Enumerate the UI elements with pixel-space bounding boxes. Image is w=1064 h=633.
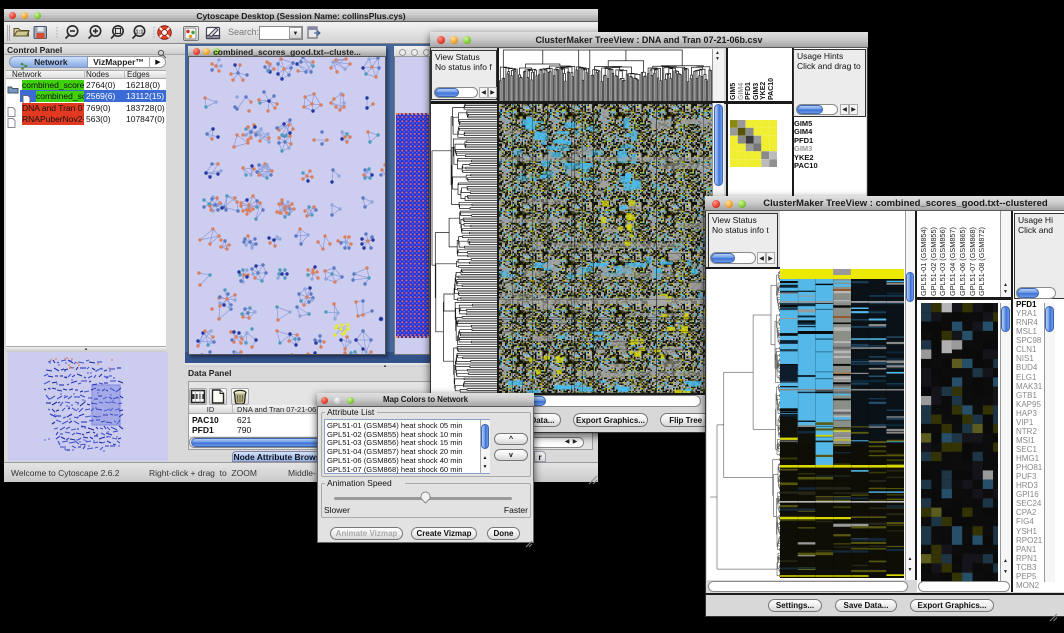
svg-text:1:1: 1:1 [136, 30, 144, 36]
